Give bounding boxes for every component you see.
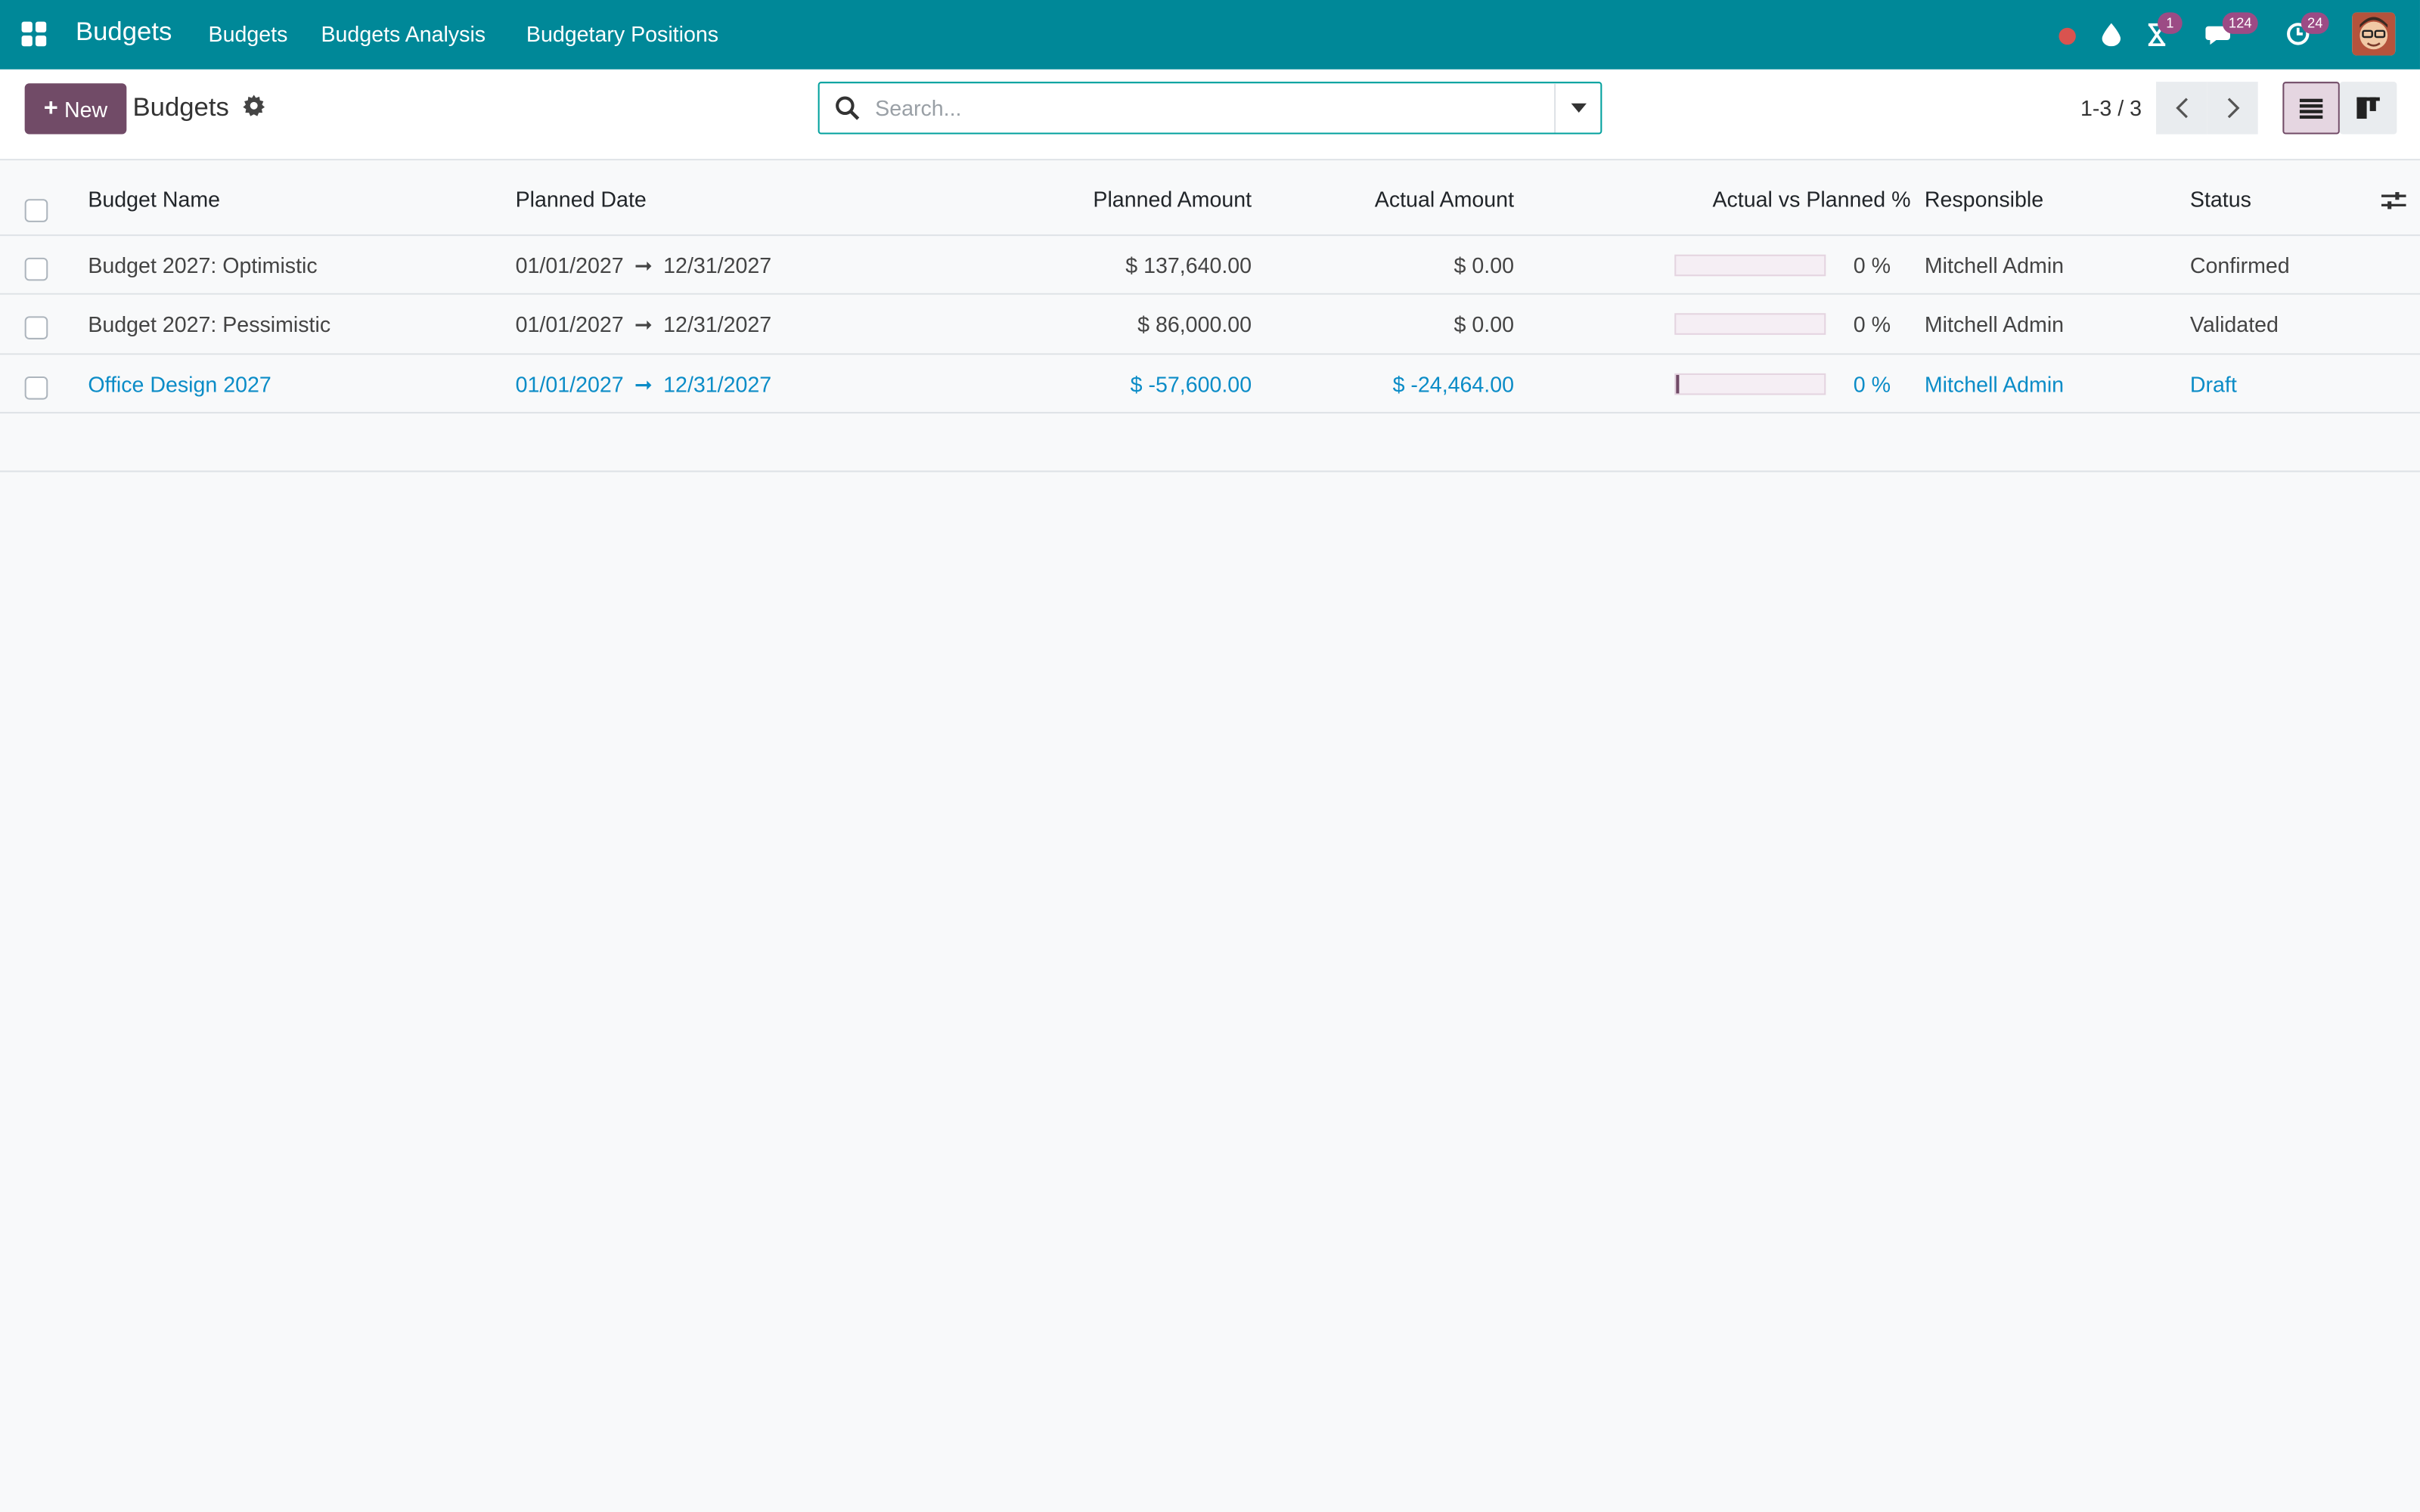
responsible-cell: Mitchell Admin	[1924, 311, 2065, 336]
updates-icon[interactable]: 24	[2282, 12, 2329, 51]
table-row[interactable]: Budget 2027: Optimistic 01/01/2027 ➞ 12/31…	[0, 236, 2420, 295]
header-planned-date[interactable]: Planned Date	[516, 187, 647, 212]
arrow-right-icon: ➞	[634, 311, 653, 336]
list-view-icon	[2299, 98, 2323, 119]
search-icon	[835, 96, 860, 121]
user-avatar[interactable]	[2352, 12, 2396, 56]
planned-amount-cell: $ 86,000.00	[1137, 311, 1252, 336]
header-responsible[interactable]: Responsible	[1925, 187, 2043, 212]
empty-row	[0, 413, 2420, 472]
header-status[interactable]: Status	[2190, 187, 2251, 212]
page: Budgets Budgets Budgets Analysis Budgeta…	[0, 0, 2420, 1512]
gear-icon[interactable]	[242, 94, 265, 117]
responsible-cell: Mitchell Admin	[1924, 370, 2065, 396]
header-budget-name[interactable]: Budget Name	[88, 187, 220, 212]
status-cell: Draft	[2189, 370, 2237, 396]
search-box	[818, 82, 1602, 135]
date-from: 01/01/2027	[515, 311, 624, 336]
table-row[interactable]: Office Design 2027 01/01/2027 ➞ 12/31/2027…	[0, 354, 2420, 414]
progress-fill	[1676, 373, 1679, 393]
page-title: Budgets	[132, 92, 229, 122]
planned-date-cell: 01/01/2027 ➞ 12/31/2027	[516, 311, 772, 338]
drop-icon[interactable]	[2099, 17, 2124, 51]
activity-icon[interactable]: 1	[2142, 12, 2183, 51]
arrow-right-icon: ➞	[634, 370, 653, 396]
chevron-right-icon	[2226, 98, 2239, 119]
menu-budgets[interactable]: Budgets	[209, 22, 288, 47]
progress-label: 0 %	[1853, 370, 1891, 396]
header-actual-vs-planned[interactable]: Actual vs Planned %	[1636, 187, 1910, 212]
status-dot-icon[interactable]	[2054, 17, 2079, 51]
apps-menu-icon[interactable]	[21, 21, 47, 47]
planned-amount-cell: $ 137,640.00	[1125, 253, 1252, 278]
list-view-button[interactable]	[2282, 82, 2340, 135]
pager-previous-button[interactable]	[2155, 82, 2207, 135]
date-to: 12/31/2027	[663, 311, 772, 336]
progress-bar	[1674, 254, 1826, 277]
table-row[interactable]: Budget 2027: Pessimistic 01/01/2027 ➞ 12/3…	[0, 294, 2420, 355]
actual-amount-cell: $ 0.00	[1454, 311, 1515, 336]
search-input[interactable]	[875, 89, 1539, 127]
pager-next-button[interactable]	[2207, 82, 2258, 135]
kanban-view-icon	[2356, 97, 2380, 119]
top-navbar: Budgets Budgets Budgets Analysis Budgeta…	[0, 0, 2420, 70]
budget-name-cell: Office Design 2027	[88, 370, 271, 396]
chevron-left-icon	[2175, 98, 2187, 119]
budget-name-cell: Budget 2027: Optimistic	[88, 253, 318, 278]
responsible-cell: Mitchell Admin	[1924, 253, 2065, 278]
control-panel: + New Budgets 1-3 / 3	[0, 69, 2420, 161]
status-cell: Confirmed	[2189, 253, 2290, 278]
messages-badge: 124	[2222, 12, 2258, 34]
progress-label: 0 %	[1853, 311, 1891, 336]
search-options-toggle[interactable]	[1554, 83, 1600, 133]
select-all-checkbox[interactable]	[24, 199, 48, 222]
planned-amount-cell: $ -57,600.00	[1130, 370, 1252, 396]
row-checkbox[interactable]	[24, 316, 48, 339]
updates-badge: 24	[2301, 12, 2329, 34]
status-cell: Validated	[2189, 311, 2279, 336]
actual-amount-cell: $ 0.00	[1454, 253, 1515, 278]
row-checkbox[interactable]	[24, 375, 48, 399]
activity-badge: 1	[2158, 12, 2183, 34]
app-brand[interactable]: Budgets	[76, 17, 172, 48]
actual-amount-cell: $ -24,464.00	[1392, 370, 1515, 396]
row-checkbox[interactable]	[24, 257, 48, 281]
budget-list: Budget Name Planned Date Planned Amount …	[0, 160, 2420, 472]
date-to: 12/31/2027	[663, 370, 772, 396]
new-button-label: New	[64, 96, 108, 122]
date-from: 01/01/2027	[515, 253, 624, 278]
messages-icon[interactable]: 124	[2202, 12, 2258, 51]
budget-name-cell: Budget 2027: Pessimistic	[88, 311, 331, 336]
menu-budgetary-positions[interactable]: Budgetary Positions	[526, 22, 718, 47]
planned-date-cell: 01/01/2027 ➞ 12/31/2027	[516, 371, 772, 398]
header-planned-amount[interactable]: Planned Amount	[1004, 187, 1252, 212]
plus-icon: +	[43, 94, 58, 122]
header-actual-amount[interactable]: Actual Amount	[1265, 187, 1514, 212]
menu-budgets-analysis[interactable]: Budgets Analysis	[321, 22, 486, 47]
pager-value[interactable]: 1-3 / 3	[2080, 96, 2142, 121]
date-from: 01/01/2027	[515, 370, 624, 396]
progress-bar	[1674, 372, 1826, 395]
progress-bar	[1674, 313, 1826, 335]
optional-columns-icon[interactable]	[2381, 190, 2406, 212]
progress-label: 0 %	[1853, 253, 1891, 278]
new-button[interactable]: + New	[24, 83, 127, 135]
kanban-view-button[interactable]	[2339, 82, 2397, 135]
caret-down-icon	[1570, 103, 1586, 113]
planned-date-cell: 01/01/2027 ➞ 12/31/2027	[516, 253, 772, 280]
table-header: Budget Name Planned Date Planned Amount …	[0, 160, 2420, 237]
date-to: 12/31/2027	[663, 253, 772, 278]
arrow-right-icon: ➞	[634, 253, 653, 278]
